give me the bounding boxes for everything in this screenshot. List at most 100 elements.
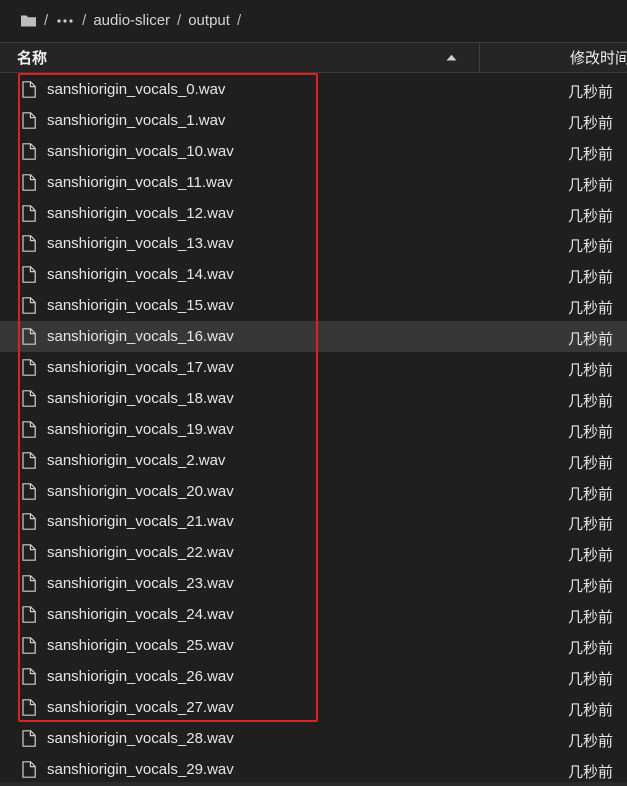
file-row[interactable]: sanshiorigin_vocals_11.wav 几秒前 bbox=[0, 167, 627, 198]
file-modified: 几秒前 bbox=[568, 331, 614, 349]
file-row[interactable]: sanshiorigin_vocals_28.wav 几秒前 bbox=[0, 723, 627, 754]
file-modified: 几秒前 bbox=[568, 485, 614, 503]
file-icon bbox=[22, 451, 36, 469]
file-icon bbox=[22, 81, 36, 98]
file-name[interactable]: sanshiorigin_vocals_26.wav bbox=[47, 668, 234, 685]
file-modified: 几秒前 bbox=[568, 176, 614, 194]
file-modified: 几秒前 bbox=[568, 454, 614, 472]
file-name[interactable]: sanshiorigin_vocals_28.wav bbox=[47, 730, 234, 747]
horizontal-scrollbar[interactable] bbox=[0, 782, 627, 786]
file-row[interactable]: sanshiorigin_vocals_2.wav 几秒前 bbox=[0, 445, 627, 476]
file-row[interactable]: sanshiorigin_vocals_20.wav 几秒前 bbox=[0, 476, 627, 507]
file-modified: 几秒前 bbox=[568, 516, 614, 534]
file-name[interactable]: sanshiorigin_vocals_25.wav bbox=[47, 637, 234, 654]
file-name[interactable]: sanshiorigin_vocals_12.wav bbox=[47, 205, 234, 222]
file-modified: 几秒前 bbox=[568, 300, 614, 318]
file-icon bbox=[22, 699, 36, 716]
file-name[interactable]: sanshiorigin_vocals_21.wav bbox=[47, 513, 234, 530]
file-name[interactable]: sanshiorigin_vocals_17.wav bbox=[47, 359, 234, 376]
column-header-modified[interactable]: 修改时间 bbox=[570, 43, 627, 72]
file-modified: 几秒前 bbox=[568, 269, 614, 287]
file-row[interactable]: sanshiorigin_vocals_13.wav 几秒前 bbox=[0, 228, 627, 259]
file-icon bbox=[22, 544, 36, 562]
file-name[interactable]: sanshiorigin_vocals_22.wav bbox=[47, 544, 234, 561]
column-header-name[interactable]: 名称 bbox=[0, 43, 480, 72]
file-name[interactable]: sanshiorigin_vocals_29.wav bbox=[47, 761, 234, 778]
file-name[interactable]: sanshiorigin_vocals_14.wav bbox=[47, 266, 234, 283]
file-modified: 几秒前 bbox=[568, 763, 614, 781]
file-row[interactable]: sanshiorigin_vocals_12.wav 几秒前 bbox=[0, 198, 627, 229]
file-icon bbox=[22, 390, 36, 407]
file-modified: 几秒前 bbox=[568, 362, 614, 380]
file-modified: 几秒前 bbox=[568, 670, 614, 688]
file-icon bbox=[22, 729, 36, 747]
file-row[interactable]: sanshiorigin_vocals_14.wav 几秒前 bbox=[0, 259, 627, 290]
file-row[interactable]: sanshiorigin_vocals_16.wav 几秒前 bbox=[0, 321, 627, 353]
breadcrumb: / / audio-slicer / output / bbox=[0, 0, 627, 41]
file-name[interactable]: sanshiorigin_vocals_10.wav bbox=[47, 143, 234, 160]
file-icon bbox=[22, 359, 36, 376]
file-list: sanshiorigin_vocals_0.wav 几秒前 sanshiorigin… bbox=[0, 74, 627, 784]
file-name[interactable]: sanshiorigin_vocals_16.wav bbox=[47, 328, 234, 345]
file-icon bbox=[22, 328, 36, 345]
file-icon bbox=[22, 668, 36, 685]
file-name[interactable]: sanshiorigin_vocals_27.wav bbox=[47, 699, 234, 716]
file-modified: 几秒前 bbox=[568, 640, 614, 658]
file-icon bbox=[22, 297, 36, 315]
file-modified: 几秒前 bbox=[568, 238, 614, 256]
file-row[interactable]: sanshiorigin_vocals_10.wav 几秒前 bbox=[0, 136, 627, 167]
breadcrumb-item-output[interactable]: output bbox=[188, 12, 230, 29]
file-row[interactable]: sanshiorigin_vocals_22.wav 几秒前 bbox=[0, 537, 627, 568]
file-modified: 几秒前 bbox=[568, 84, 614, 101]
file-name[interactable]: sanshiorigin_vocals_24.wav bbox=[47, 606, 234, 623]
file-icon bbox=[22, 235, 36, 253]
file-name[interactable]: sanshiorigin_vocals_18.wav bbox=[47, 390, 234, 407]
file-name[interactable]: sanshiorigin_vocals_23.wav bbox=[47, 575, 234, 592]
file-row[interactable]: sanshiorigin_vocals_23.wav 几秒前 bbox=[0, 568, 627, 599]
file-modified: 几秒前 bbox=[568, 609, 614, 627]
file-modified: 几秒前 bbox=[568, 578, 614, 596]
file-row[interactable]: sanshiorigin_vocals_29.wav 几秒前 bbox=[0, 754, 627, 785]
file-modified: 几秒前 bbox=[568, 423, 614, 441]
file-row[interactable]: sanshiorigin_vocals_25.wav 几秒前 bbox=[0, 630, 627, 661]
file-icon bbox=[22, 266, 36, 284]
file-icon bbox=[22, 482, 36, 500]
file-name[interactable]: sanshiorigin_vocals_15.wav bbox=[47, 297, 234, 314]
breadcrumb-separator: / bbox=[177, 12, 182, 29]
file-modified: 几秒前 bbox=[568, 145, 614, 163]
file-row[interactable]: sanshiorigin_vocals_1.wav 几秒前 bbox=[0, 105, 627, 136]
file-name[interactable]: sanshiorigin_vocals_0.wav bbox=[47, 81, 225, 98]
file-row[interactable]: sanshiorigin_vocals_27.wav 几秒前 bbox=[0, 692, 627, 723]
file-modified: 几秒前 bbox=[568, 392, 614, 410]
file-icon bbox=[22, 173, 36, 191]
table-header: 名称 修改时间 bbox=[0, 42, 627, 73]
file-row[interactable]: sanshiorigin_vocals_19.wav 几秒前 bbox=[0, 414, 627, 445]
file-modified: 几秒前 bbox=[568, 547, 614, 565]
file-name[interactable]: sanshiorigin_vocals_1.wav bbox=[47, 112, 225, 129]
column-header-name-label: 名称 bbox=[17, 50, 48, 67]
file-row[interactable]: sanshiorigin_vocals_21.wav 几秒前 bbox=[0, 506, 627, 537]
sort-ascending-icon[interactable] bbox=[446, 54, 457, 61]
more-horizontal-icon[interactable] bbox=[55, 12, 75, 29]
file-name[interactable]: sanshiorigin_vocals_13.wav bbox=[47, 235, 234, 252]
file-row[interactable]: sanshiorigin_vocals_18.wav 几秒前 bbox=[0, 383, 627, 414]
folder-icon[interactable] bbox=[20, 12, 37, 29]
file-row[interactable]: sanshiorigin_vocals_26.wav 几秒前 bbox=[0, 661, 627, 692]
file-row[interactable]: sanshiorigin_vocals_17.wav 几秒前 bbox=[0, 352, 627, 383]
file-modified: 几秒前 bbox=[568, 732, 614, 750]
breadcrumb-item-audio-slicer[interactable]: audio-slicer bbox=[93, 12, 170, 29]
file-icon bbox=[22, 142, 36, 160]
file-modified: 几秒前 bbox=[568, 701, 614, 719]
breadcrumb-separator: / bbox=[82, 12, 87, 29]
file-row[interactable]: sanshiorigin_vocals_24.wav 几秒前 bbox=[0, 599, 627, 630]
file-name[interactable]: sanshiorigin_vocals_11.wav bbox=[47, 174, 233, 191]
file-row[interactable]: sanshiorigin_vocals_15.wav 几秒前 bbox=[0, 290, 627, 321]
file-name[interactable]: sanshiorigin_vocals_2.wav bbox=[47, 452, 225, 469]
breadcrumb-separator: / bbox=[236, 12, 242, 29]
file-icon bbox=[22, 420, 36, 438]
file-name[interactable]: sanshiorigin_vocals_19.wav bbox=[47, 421, 234, 438]
file-icon bbox=[22, 112, 36, 129]
file-row[interactable]: sanshiorigin_vocals_0.wav 几秒前 bbox=[0, 74, 627, 105]
file-name[interactable]: sanshiorigin_vocals_20.wav bbox=[47, 483, 234, 500]
file-modified: 几秒前 bbox=[568, 207, 614, 225]
